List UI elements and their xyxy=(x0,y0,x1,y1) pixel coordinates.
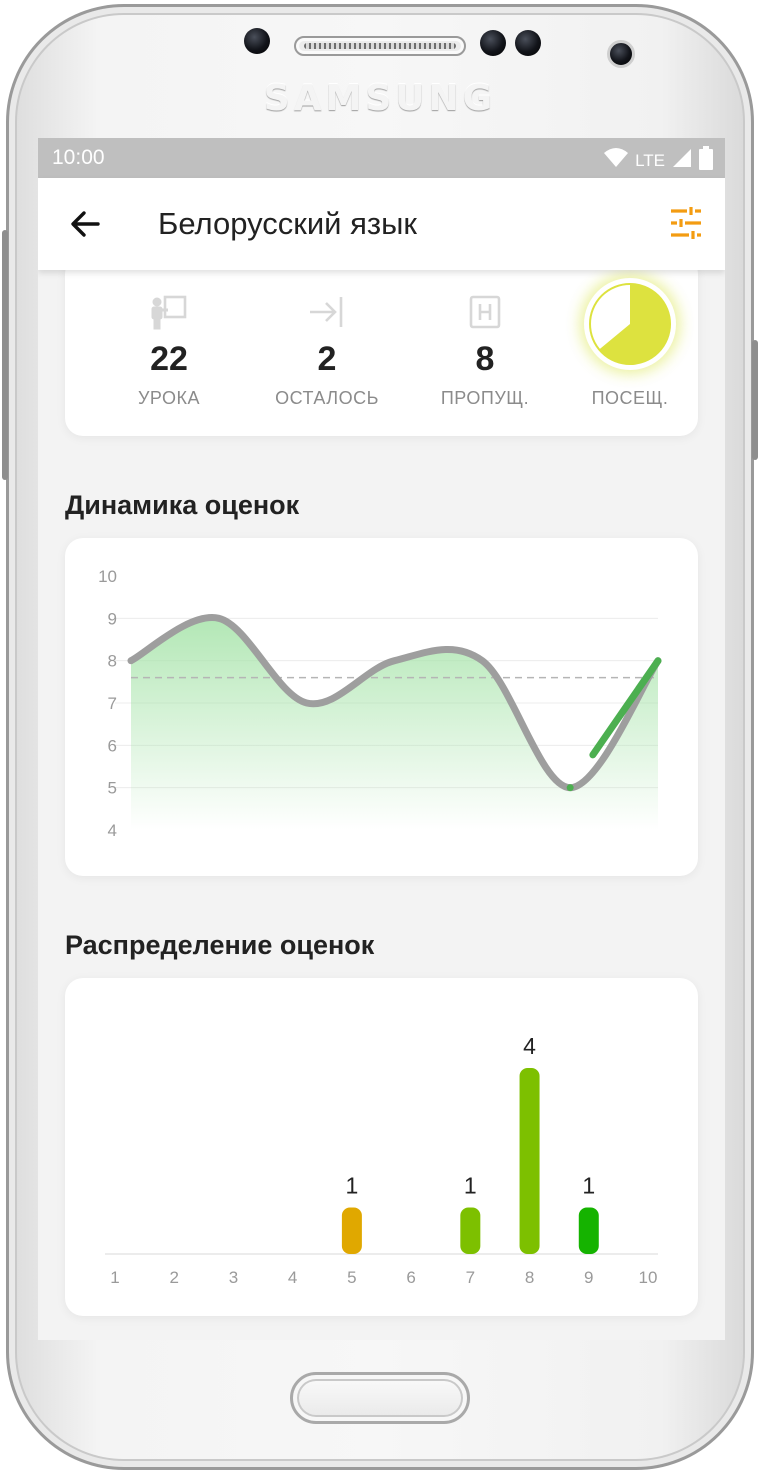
x-tick-label: 6 xyxy=(406,1268,415,1287)
stat-value: 8 xyxy=(475,340,495,378)
teacher-board-icon xyxy=(151,294,187,330)
x-tick-label: 2 xyxy=(169,1268,178,1287)
bar-value-label: 1 xyxy=(582,1173,595,1199)
earpiece-speaker xyxy=(294,36,466,56)
x-tick-label: 1 xyxy=(110,1268,119,1287)
arrow-to-end-icon xyxy=(309,294,345,330)
grade-bar xyxy=(519,1068,540,1254)
volume-button xyxy=(2,230,8,480)
status-bar: 10:00 LTE xyxy=(38,138,725,178)
x-tick-label: 8 xyxy=(525,1268,534,1287)
stat-label: УРОКА xyxy=(137,388,201,408)
y-tick-label: 6 xyxy=(108,736,117,755)
x-tick-label: 10 xyxy=(639,1268,658,1287)
x-tick-label: 4 xyxy=(288,1268,297,1287)
dynamics-title: Динамика оценок xyxy=(65,490,300,520)
stat-value: 22 xyxy=(150,340,188,378)
y-tick-label: 5 xyxy=(108,779,117,798)
grade-bar xyxy=(460,1207,481,1254)
stat-label: ПОСЕЩ. xyxy=(591,388,669,408)
x-tick-label: 3 xyxy=(229,1268,238,1287)
app-bar: Белорусский язык xyxy=(38,178,725,270)
x-tick-label: 9 xyxy=(584,1268,593,1287)
page-title: Белорусский язык xyxy=(158,206,417,241)
signal-icon xyxy=(671,147,693,175)
wifi-icon xyxy=(603,147,629,175)
x-tick-label: 5 xyxy=(347,1268,356,1287)
area-fill xyxy=(131,617,658,830)
lesson-stats-card: 22 УРОКА 2 ОСТАЛОСЬ 8 ПРОПУЩ. ПОСЕЩ. xyxy=(65,256,698,436)
grade-distribution-chart: 1 2 3 4 5 1 6 7 1 8 4 9 1 10 xyxy=(65,978,698,1316)
y-tick-label: 7 xyxy=(108,694,117,713)
front-sensor-icon xyxy=(244,28,270,54)
network-label: LTE xyxy=(635,151,665,170)
grade-bar xyxy=(578,1207,599,1254)
y-tick-label: 8 xyxy=(108,652,117,671)
bar-value-label: 1 xyxy=(345,1173,358,1199)
status-time: 10:00 xyxy=(52,146,105,169)
brand-logo: SAMSUNG xyxy=(263,78,497,119)
stat-label: ПРОПУЩ. xyxy=(440,388,530,408)
grade-bar xyxy=(341,1207,362,1254)
power-button xyxy=(752,340,758,460)
absence-h-icon xyxy=(467,294,503,330)
bar-value-label: 4 xyxy=(523,1033,536,1059)
x-tick-label: 7 xyxy=(466,1268,475,1287)
arrow-left-icon[interactable] xyxy=(64,202,108,246)
light-sensor-icon xyxy=(515,30,541,56)
home-button[interactable] xyxy=(290,1372,470,1424)
y-tick-label: 9 xyxy=(108,609,117,628)
y-tick-label: 4 xyxy=(108,821,117,840)
stat-value: 2 xyxy=(317,340,337,378)
stat-label: ОСТАЛОСЬ xyxy=(275,388,379,408)
attendance-pie-icon xyxy=(584,278,676,370)
front-camera-icon xyxy=(607,40,635,68)
distribution-title: Распределение оценок xyxy=(65,930,375,960)
app-screen: 10:00 LTE Белорусский язык 22 УРОКА 2 ОС… xyxy=(38,138,725,1340)
tune-icon[interactable] xyxy=(669,206,703,240)
grade-dynamics-chart: 10 9 8 7 6 5 4 xyxy=(65,538,698,876)
proximity-sensor-icon xyxy=(480,30,506,56)
bar-value-label: 1 xyxy=(464,1173,477,1199)
battery-icon xyxy=(699,146,713,176)
y-tick-label: 10 xyxy=(98,567,117,586)
